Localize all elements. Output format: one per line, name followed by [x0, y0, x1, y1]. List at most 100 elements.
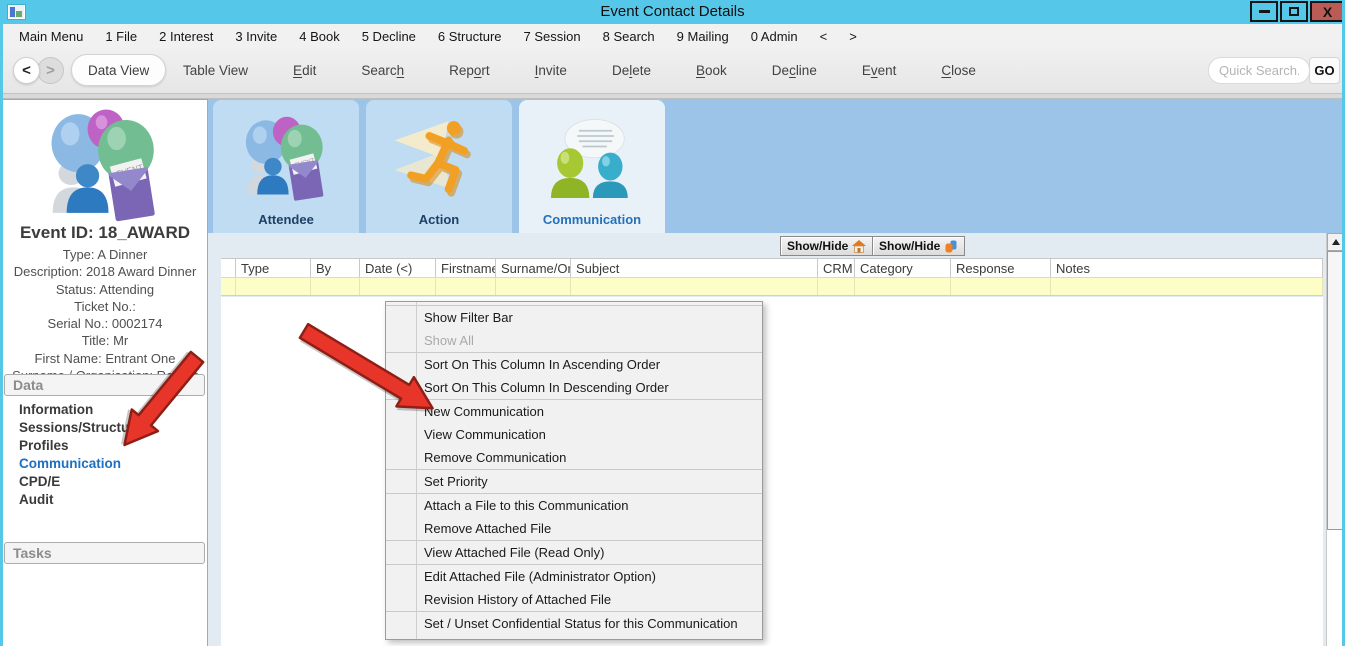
toolbar-button-edit[interactable]: Edit [293, 63, 316, 78]
back-button[interactable]: < [13, 57, 40, 84]
scrollbar-thumb[interactable] [1327, 251, 1345, 530]
menubar-item-8-search[interactable]: 8 Search [592, 26, 666, 47]
toolbar-button-book[interactable]: Book [696, 63, 727, 78]
context-menu-item-new-communication[interactable]: New Communication [386, 400, 762, 423]
close-button[interactable]: X [1310, 1, 1345, 22]
column-header-crm[interactable]: CRM [818, 259, 855, 277]
toolbar-button-report[interactable]: Report [449, 63, 490, 78]
column-header-firstname[interactable]: Firstname [436, 259, 496, 277]
filter-cell[interactable] [855, 278, 951, 295]
toolbar-buttons: Table View Edit Search Report Invite Delete Bo… [183, 63, 976, 78]
context-menu-item-show-all[interactable]: Show All [386, 329, 762, 352]
column-header-selector[interactable] [221, 259, 236, 277]
event-detail-line: Serial No.: 0002174 [3, 315, 207, 332]
filter-cell[interactable] [951, 278, 1051, 295]
tab-label: Action [366, 212, 512, 227]
menubar-item--[interactable]: < [809, 26, 839, 47]
filter-cell[interactable] [818, 278, 855, 295]
toolbar-button-delete[interactable]: Delete [612, 63, 651, 78]
home-icon [852, 240, 866, 253]
context-menu-item-show-filter-bar[interactable]: Show Filter Bar [386, 306, 762, 329]
maximize-button[interactable] [1280, 1, 1308, 22]
event-detail-line: Status: Attending [3, 281, 207, 298]
vertical-scrollbar[interactable] [1326, 233, 1344, 646]
menubar-item-6-structure[interactable]: 6 Structure [427, 26, 513, 47]
sidebar-item-audit[interactable]: Audit [19, 491, 150, 509]
table-filter-row [221, 278, 1323, 296]
menubar-item-7-session[interactable]: 7 Session [513, 26, 592, 47]
column-header-category[interactable]: Category [855, 259, 951, 277]
event-detail-line: Type: A Dinner [3, 246, 207, 263]
show-hide-label: Show/Hide [787, 239, 848, 253]
context-menu-item-sort-on-this-column-in-descending-order[interactable]: Sort On This Column In Descending Order [386, 376, 762, 399]
sidebar-item-cpd-e[interactable]: CPD/E [19, 473, 150, 491]
context-menu: Show Filter BarShow AllSort On This Colu… [385, 301, 763, 640]
filter-cell[interactable] [571, 278, 818, 295]
filter-cell[interactable] [496, 278, 571, 295]
menubar-item-4-book[interactable]: 4 Book [288, 26, 350, 47]
tab-action[interactable]: Action [366, 100, 512, 233]
menubar-item-5-decline[interactable]: 5 Decline [351, 26, 427, 47]
data-section-header: Data [4, 374, 205, 396]
menubar-item-main-menu[interactable]: Main Menu [8, 26, 94, 47]
toolbar-button-event[interactable]: Event [862, 63, 897, 78]
context-menu-item-revision-history-of-attached-file[interactable]: Revision History of Attached File [386, 588, 762, 611]
table-header-row: TypeByDate (<)FirstnameSurname/OrgSubjec… [221, 258, 1323, 278]
column-header-type[interactable]: Type [236, 259, 311, 277]
filter-cell[interactable] [360, 278, 436, 295]
tasks-section-header: Tasks [4, 542, 205, 564]
context-menu-item-view-communication[interactable]: View Communication [386, 423, 762, 446]
window-title: Event Contact Details [0, 3, 1345, 20]
tab-communication[interactable]: Communication [519, 100, 665, 233]
toolbar-button-close[interactable]: Close [941, 63, 976, 78]
filter-cell[interactable] [436, 278, 496, 295]
show-hide-people-button[interactable]: Show/Hide [872, 236, 965, 256]
sidebar-item-communication[interactable]: Communication [19, 455, 150, 473]
sidebar-item-profiles[interactable]: Profiles [19, 437, 150, 455]
title-bar: Event Contact Details X [0, 0, 1345, 24]
context-menu-item-remove-attached-file[interactable]: Remove Attached File [386, 517, 762, 540]
toolbar-button-search[interactable]: Search [361, 63, 404, 78]
tab-label: Attendee [213, 212, 359, 227]
sidebar-item-information[interactable]: Information [19, 401, 150, 419]
forward-button[interactable]: > [37, 57, 64, 84]
context-menu-item-sort-on-this-column-in-ascending-order[interactable]: Sort On This Column In Ascending Order [386, 353, 762, 376]
column-header-by[interactable]: By [311, 259, 360, 277]
data-view-toggle[interactable]: Data View [71, 54, 166, 86]
menubar-item--[interactable]: > [838, 26, 868, 47]
data-section-items: InformationSessions/StructuresProfilesCo… [19, 401, 150, 509]
context-menu-item-set-priority[interactable]: Set Priority [386, 470, 762, 493]
tab-strip: EVENT Attendee Ac [213, 100, 665, 233]
toolbar-button-table-view[interactable]: Table View [183, 63, 248, 78]
tab-label: Communication [519, 212, 665, 227]
column-header-surname-org[interactable]: Surname/Org [496, 259, 571, 277]
column-header-notes[interactable]: Notes [1051, 259, 1323, 277]
column-header-response[interactable]: Response [951, 259, 1051, 277]
minimize-button[interactable] [1250, 1, 1278, 22]
filter-cell[interactable] [236, 278, 311, 295]
toolbar-button-invite[interactable]: Invite [535, 63, 567, 78]
scroll-up-button[interactable] [1327, 233, 1345, 251]
context-menu-item-view-attached-file-read-only-[interactable]: View Attached File (Read Only) [386, 541, 762, 564]
menubar-item-0-admin[interactable]: 0 Admin [740, 26, 809, 47]
tab-attendee[interactable]: EVENT Attendee [213, 100, 359, 233]
context-menu-item-remove-communication[interactable]: Remove Communication [386, 446, 762, 469]
sidebar-item-sessions-structures[interactable]: Sessions/Structures [19, 419, 150, 437]
menubar-item-9-mailing[interactable]: 9 Mailing [666, 26, 740, 47]
toolbar-button-decline[interactable]: Decline [772, 63, 817, 78]
menubar-item-2-interest[interactable]: 2 Interest [148, 26, 224, 47]
menubar-item-3-invite[interactable]: 3 Invite [224, 26, 288, 47]
filter-cell[interactable] [221, 278, 236, 295]
context-menu-item-attach-a-file-to-this-communication[interactable]: Attach a File to this Communication [386, 494, 762, 517]
context-menu-item-set-unset-confidential-status-for-this-communication[interactable]: Set / Unset Confidential Status for this… [386, 612, 762, 635]
go-button[interactable]: GO [1309, 57, 1340, 84]
filter-cell[interactable] [1051, 278, 1323, 295]
filter-cell[interactable] [311, 278, 360, 295]
menubar-item-1-file[interactable]: 1 File [94, 26, 148, 47]
context-menu-item-edit-attached-file-administrator-option-[interactable]: Edit Attached File (Administrator Option… [386, 565, 762, 588]
column-header-date-[interactable]: Date (<) [360, 259, 436, 277]
event-details: Type: A DinnerDescription: 2018 Award Di… [3, 246, 207, 384]
show-hide-home-button[interactable]: Show/Hide [780, 236, 873, 256]
column-header-subject[interactable]: Subject [571, 259, 818, 277]
quick-search-input[interactable] [1208, 57, 1310, 84]
